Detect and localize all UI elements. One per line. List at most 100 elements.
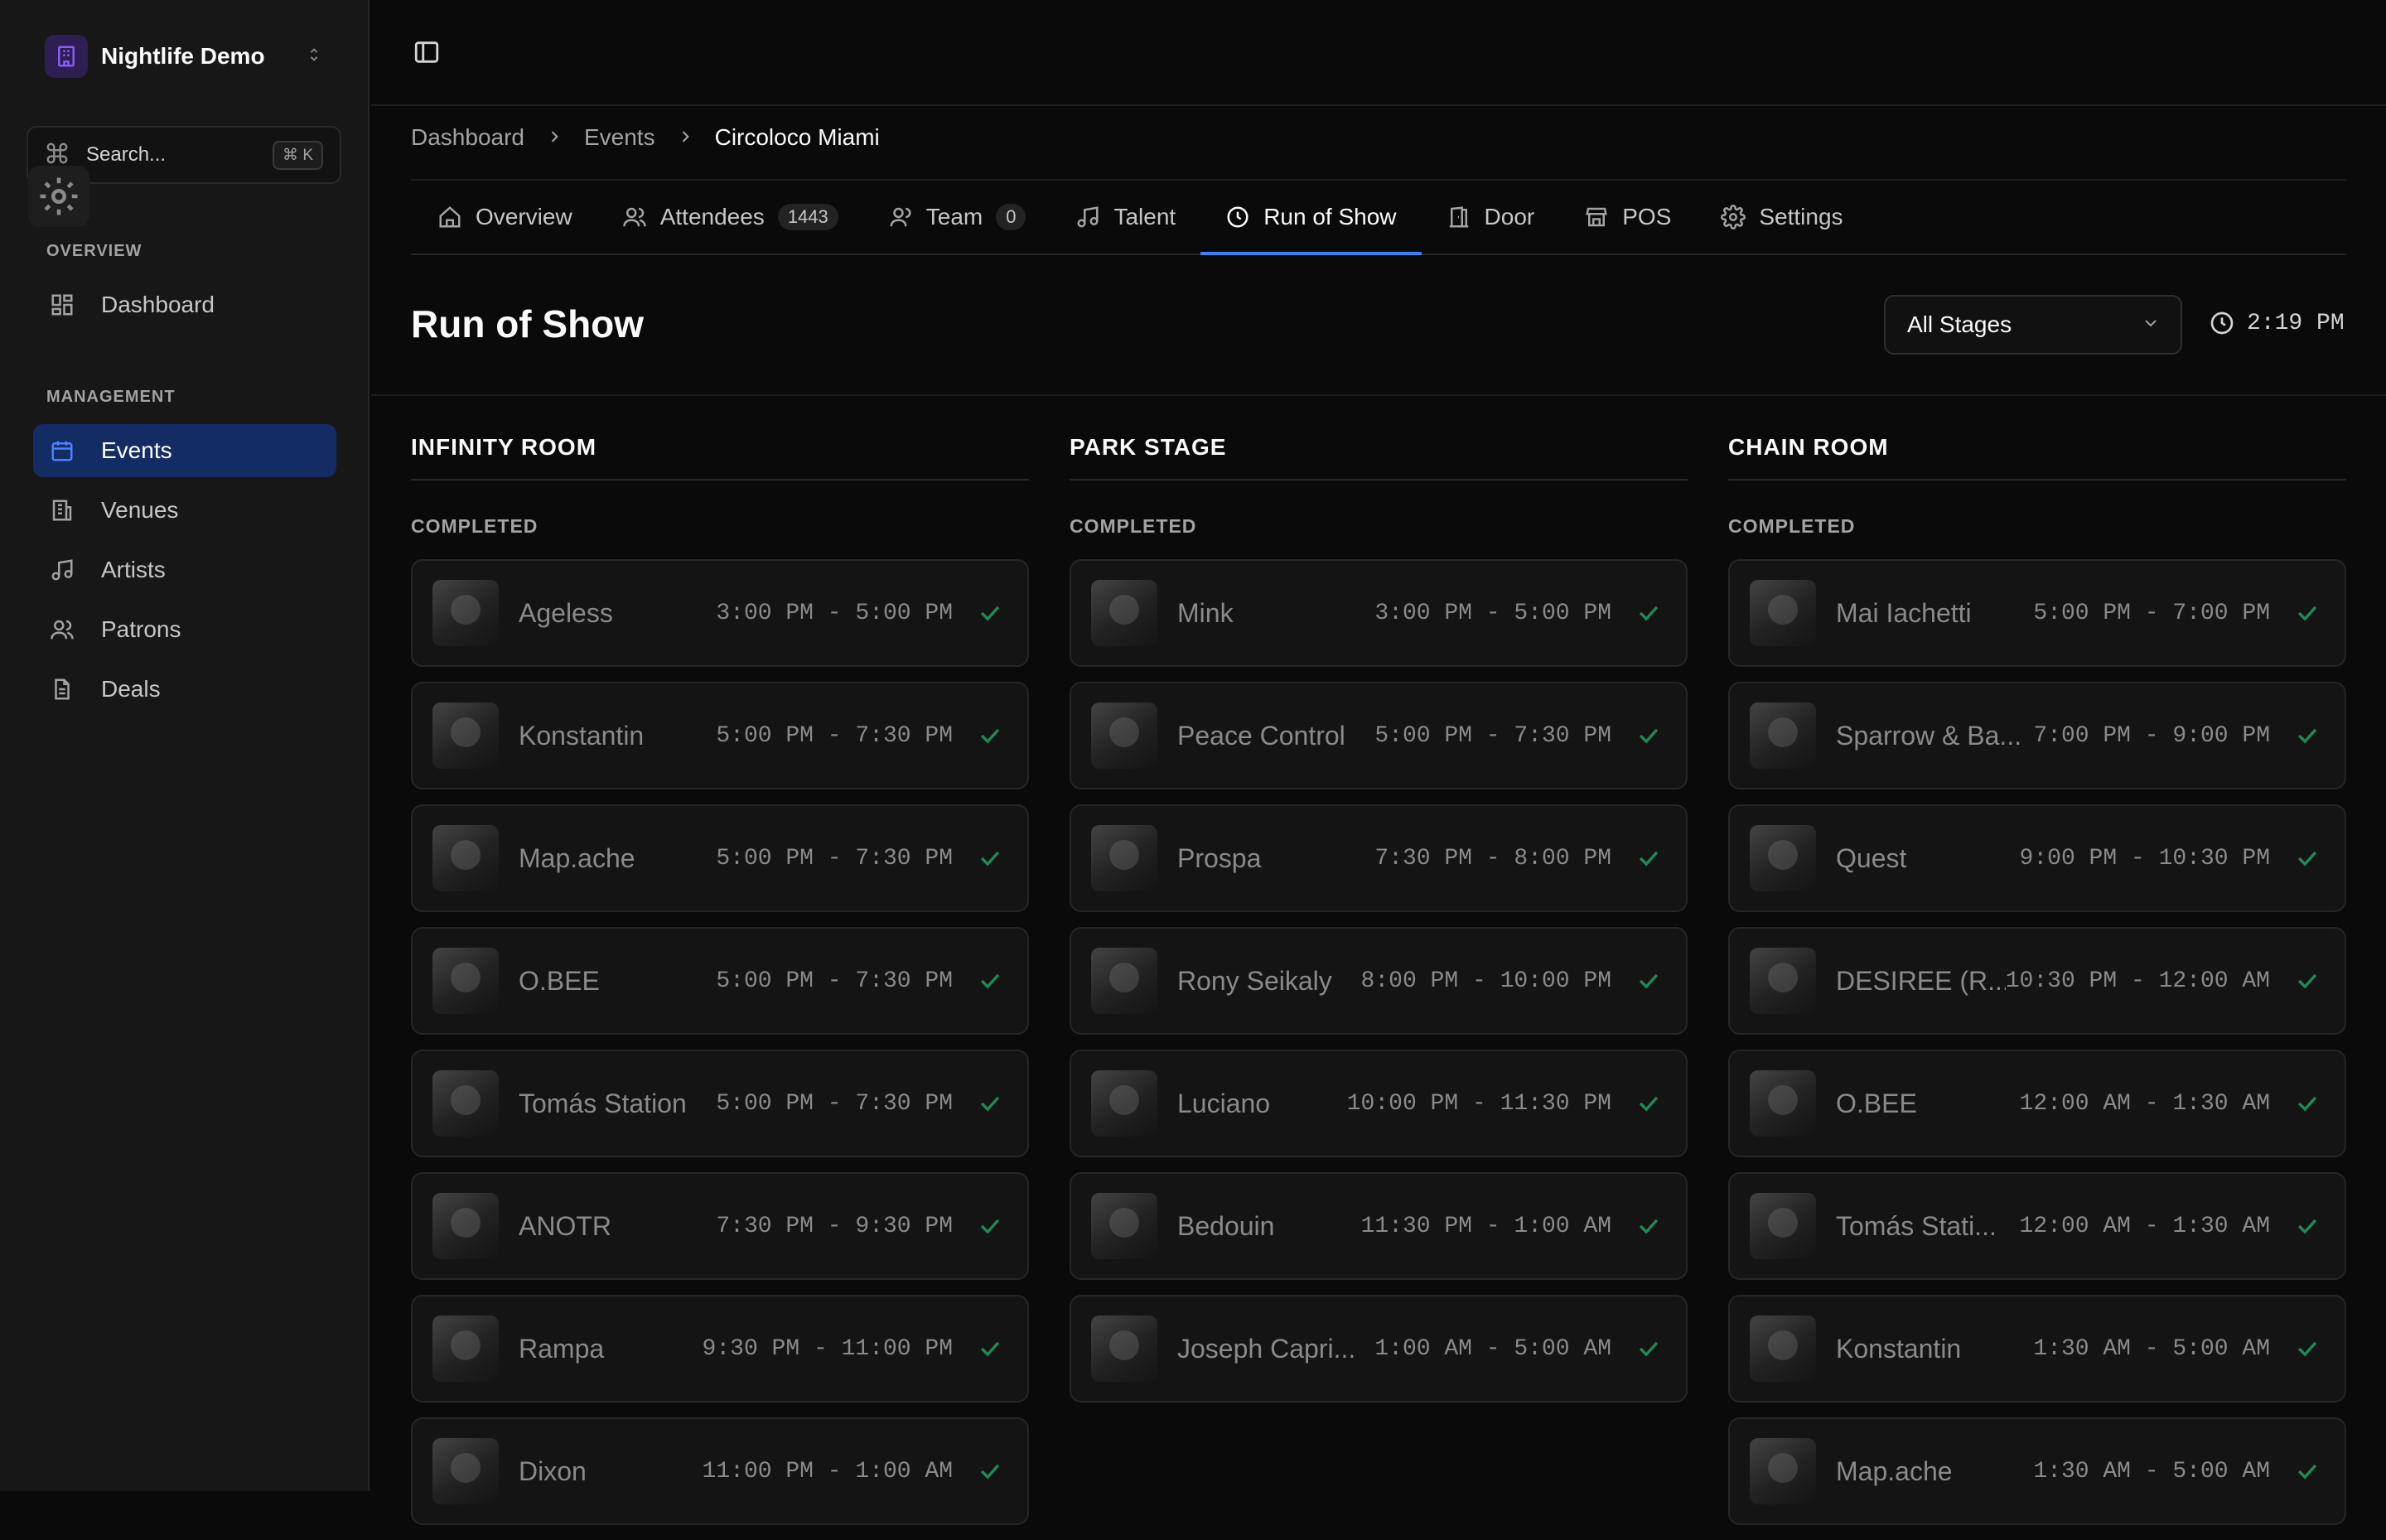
set-time: 10:30 PM - 12:00 AM — [2005, 968, 2270, 994]
sidebar-item-venues[interactable]: Venues — [33, 484, 336, 537]
sidebar-item-deals[interactable]: Deals — [33, 663, 336, 716]
sidebar: Nightlife Demo Search... ⌘ K OVERVIEW Da… — [0, 0, 369, 1491]
set-time: 1:30 AM - 5:00 AM — [2033, 1335, 2270, 1362]
set-card[interactable]: Rampa 9:30 PM - 11:00 PM — [411, 1295, 1029, 1402]
sidebar-item-label: Events — [101, 437, 172, 463]
check-icon — [976, 1457, 1004, 1485]
breadcrumb: Dashboard Events Circoloco Miami — [411, 124, 880, 151]
set-card[interactable]: Mai Iachetti 5:00 PM - 7:00 PM — [1728, 559, 2346, 667]
set-time: 5:00 PM - 7:30 PM — [716, 845, 953, 871]
artist-name: Tomás Stati... — [1836, 1210, 1997, 1241]
set-card[interactable]: Prospa 7:30 PM - 8:00 PM — [1070, 804, 1688, 912]
artist-name: Map.ache — [1836, 1456, 1953, 1486]
set-card[interactable]: Ageless 3:00 PM - 5:00 PM — [411, 559, 1029, 667]
tab-pos[interactable]: POS — [1559, 181, 1696, 253]
building-icon — [48, 496, 76, 524]
check-icon — [976, 967, 1004, 995]
artist-avatar — [432, 948, 499, 1014]
tab-attendees[interactable]: Attendees 1443 — [597, 181, 863, 253]
artist-name: Quest — [1836, 842, 1907, 873]
check-icon — [2293, 1335, 2321, 1363]
set-card[interactable]: Tomás Station 5:00 PM - 7:30 PM — [411, 1050, 1029, 1157]
set-card[interactable]: Tomás Stati... 12:00 AM - 1:30 AM — [1728, 1172, 2346, 1280]
set-card[interactable]: Map.ache 5:00 PM - 7:30 PM — [411, 804, 1029, 912]
set-card[interactable]: Rony Seikaly 8:00 PM - 10:00 PM — [1070, 927, 1688, 1035]
artist-name: Dixon — [519, 1456, 587, 1486]
check-icon — [1635, 1212, 1663, 1240]
dashboard-icon — [48, 291, 76, 319]
set-card[interactable]: O.BEE 12:00 AM - 1:30 AM — [1728, 1050, 2346, 1157]
check-icon — [976, 1335, 1004, 1363]
artist-name: Rony Seikaly — [1177, 965, 1332, 996]
set-card[interactable]: Dixon 11:00 PM - 1:00 AM — [411, 1417, 1029, 1525]
sidebar-item-patrons[interactable]: Patrons — [33, 603, 336, 656]
artist-name: Peace Control — [1177, 720, 1345, 751]
tab-settings[interactable]: Settings — [1696, 181, 1867, 253]
set-list: Mink 3:00 PM - 5:00 PM Peace Control 5:00 P… — [1070, 559, 1688, 1402]
artist-name: Luciano — [1177, 1088, 1271, 1118]
artist-name: Mai Iachetti — [1836, 597, 1972, 628]
set-card[interactable]: ANOTR 7:30 PM - 9:30 PM — [411, 1172, 1029, 1280]
set-card[interactable]: Konstantin 1:30 AM - 5:00 AM — [1728, 1295, 2346, 1402]
breadcrumb-events[interactable]: Events — [584, 124, 655, 151]
artist-avatar — [432, 1193, 499, 1259]
door-icon — [1447, 205, 1471, 229]
set-time: 9:30 PM - 11:00 PM — [702, 1335, 953, 1362]
set-card[interactable]: Joseph Capri... 1:00 AM - 5:00 AM — [1070, 1295, 1688, 1402]
section-label-completed: COMPLETED — [411, 515, 539, 537]
document-icon — [48, 675, 76, 703]
artist-name: Prospa — [1177, 842, 1262, 873]
artist-name: Tomás Station — [519, 1088, 687, 1118]
set-card[interactable]: Map.ache 1:30 AM - 5:00 AM — [1728, 1417, 2346, 1525]
artist-name: Mink — [1177, 597, 1234, 628]
gear-icon — [1721, 205, 1746, 229]
set-card[interactable]: Mink 3:00 PM - 5:00 PM — [1070, 559, 1688, 667]
artist-avatar — [432, 702, 499, 769]
artist-name: Joseph Capri... — [1177, 1333, 1356, 1364]
sidebar-item-artists[interactable]: Artists — [33, 543, 336, 596]
event-tabs: Overview Attendees 1443 Team 0 Talent Ru… — [411, 179, 2346, 255]
check-icon — [2293, 722, 2321, 750]
home-icon — [437, 205, 462, 229]
set-card[interactable]: Quest 9:00 PM - 10:30 PM — [1728, 804, 2346, 912]
artist-avatar — [432, 1070, 499, 1137]
set-card[interactable]: Luciano 10:00 PM - 11:30 PM — [1070, 1050, 1688, 1157]
tab-talent[interactable]: Talent — [1051, 181, 1200, 253]
set-card[interactable]: DESIREE (R... 10:30 PM - 12:00 AM — [1728, 927, 2346, 1035]
tab-team[interactable]: Team 0 — [863, 181, 1051, 253]
sidebar-item-events[interactable]: Events — [33, 424, 336, 477]
artist-name: Rampa — [519, 1333, 605, 1364]
artist-name: Ageless — [519, 597, 613, 628]
set-time: 9:00 PM - 10:30 PM — [2019, 845, 2270, 871]
header-divider — [371, 394, 2386, 396]
tab-run-of-show[interactable]: Run of Show — [1200, 181, 1422, 255]
check-icon — [1635, 1089, 1663, 1118]
stage-column-chain-room: CHAIN ROOM COMPLETED Mai Iachetti 5:00 PM… — [1728, 434, 2346, 1540]
set-card[interactable]: O.BEE 5:00 PM - 7:30 PM — [411, 927, 1029, 1035]
stage-filter-select[interactable]: All Stages — [1884, 295, 2182, 355]
check-icon — [2293, 599, 2321, 627]
tab-overview[interactable]: Overview — [411, 181, 597, 253]
set-card[interactable]: Sparrow & Ba... 7:00 PM - 9:00 PM — [1728, 682, 2346, 789]
set-card[interactable]: Bedouin 11:30 PM - 1:00 AM — [1070, 1172, 1688, 1280]
sidebar-item-dashboard[interactable]: Dashboard — [33, 278, 336, 331]
artist-avatar — [1091, 1316, 1157, 1382]
section-label-completed: COMPLETED — [1070, 515, 1197, 537]
artist-avatar — [1750, 1193, 1816, 1259]
set-card[interactable]: Peace Control 5:00 PM - 7:30 PM — [1070, 682, 1688, 789]
set-time: 5:00 PM - 7:30 PM — [716, 722, 953, 749]
sidebar-toggle-icon[interactable] — [413, 38, 441, 70]
set-time: 5:00 PM - 7:00 PM — [2033, 600, 2270, 626]
check-icon — [976, 1212, 1004, 1240]
set-card[interactable]: Konstantin 5:00 PM - 7:30 PM — [411, 682, 1029, 789]
tools-icon[interactable] — [28, 166, 89, 227]
workspace-switcher[interactable]: Nightlife Demo — [33, 25, 331, 88]
breadcrumb-dashboard[interactable]: Dashboard — [411, 124, 524, 151]
check-icon — [2293, 1089, 2321, 1118]
artist-name: DESIREE (R... — [1836, 965, 2006, 996]
chevron-right-icon — [677, 124, 693, 151]
set-time: 3:00 PM - 5:00 PM — [716, 600, 953, 626]
tab-door[interactable]: Door — [1422, 181, 1560, 253]
set-time: 1:00 AM - 5:00 AM — [1374, 1335, 1611, 1362]
artist-name: Bedouin — [1177, 1210, 1275, 1241]
